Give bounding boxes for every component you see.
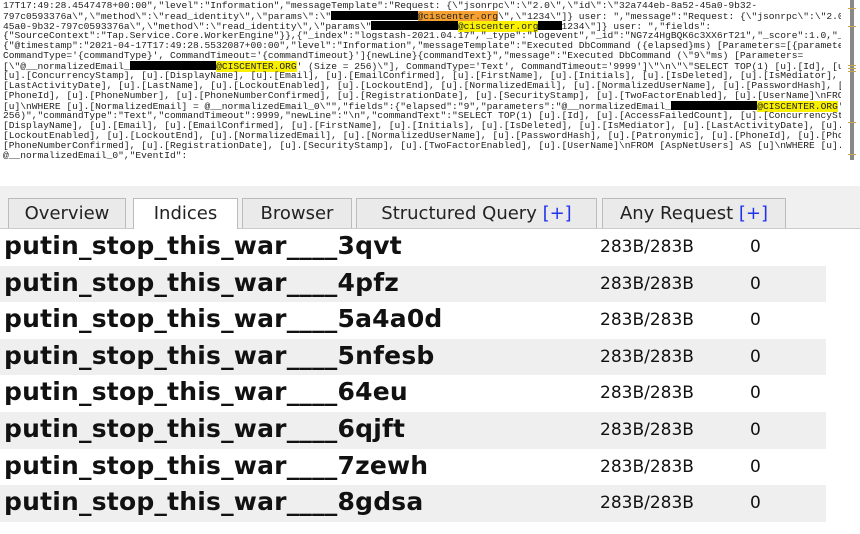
log-line: 797c0593376a\",\"method\":\"read_identit… (3, 11, 841, 22)
tab-label: Browser (260, 203, 334, 224)
tab-label: Indices (153, 203, 218, 224)
index-doc-count: 0 (750, 419, 761, 440)
tab-bar: Overview Indices Browser Structured Quer… (0, 186, 860, 229)
tab-label: Overview (24, 203, 110, 224)
index-size: 283B/283B (600, 419, 694, 440)
scrollbar-marker (848, 122, 856, 123)
index-doc-count: 0 (750, 346, 761, 367)
index-name[interactable]: putin_stop_this_war____64eu (4, 377, 408, 406)
index-size: 283B/283B (600, 346, 694, 367)
index-size: 283B/283B (600, 310, 694, 331)
index-size: 283B/283B (600, 273, 694, 294)
tab-overview[interactable]: Overview (8, 198, 126, 228)
index-doc-count: 0 (750, 383, 761, 404)
log-text: CommandType='{commandType}', CommandTime… (3, 50, 804, 61)
index-name[interactable]: putin_stop_this_war____7zewh (4, 451, 428, 480)
index-row[interactable]: putin_stop_this_war____5nfesb 283B/283B 0 (0, 338, 826, 376)
redaction-box (538, 21, 562, 30)
index-name[interactable]: putin_stop_this_war____5a4a0d (4, 304, 443, 333)
index-doc-count: 0 (750, 310, 761, 331)
index-size: 283B/283B (600, 493, 694, 514)
tab-browser[interactable]: Browser (242, 198, 352, 228)
scrollbar-marker (848, 26, 856, 27)
index-name[interactable]: putin_stop_this_war____6qjft (4, 414, 405, 443)
tab-structured-query[interactable]: Structured Query [+] (356, 198, 597, 228)
log-text: @__normalizedEmail_0","EventId": (3, 150, 188, 161)
tab-label: Any Request (619, 203, 739, 224)
log-line: CommandType='{commandType}', CommandTime… (3, 51, 841, 61)
index-row[interactable]: putin_stop_this_war____6qjft 283B/283B 0 (0, 411, 826, 449)
log-output: 17T17:49:28.4547478+00:00","level":"Info… (3, 1, 841, 161)
redaction-box (331, 11, 418, 20)
index-size: 283B/283B (600, 237, 694, 257)
log-text: 17T17:49:28.4547478+00:00","level":"Info… (3, 1, 758, 11)
tab-label: Structured Query (381, 203, 543, 224)
redaction-box (129, 61, 217, 70)
scrollbar-marker (848, 8, 856, 9)
scrollbar-marker (848, 68, 856, 69)
index-name[interactable]: putin_stop_this_war____4pfz (4, 268, 399, 297)
scrollbar-marker (848, 65, 856, 66)
index-doc-count: 0 (750, 273, 761, 294)
index-row[interactable]: putin_stop_this_war____8gdsa 283B/283B 0 (0, 485, 826, 522)
log-text: [PhoneId], [u].[PhoneNumber], [u].[Phone… (3, 90, 841, 101)
indices-list: putin_stop_this_war____3qvt 283B/283B 0 pu… (0, 229, 826, 522)
redaction-box (371, 21, 458, 30)
index-name[interactable]: putin_stop_this_war____8gdsa (4, 487, 423, 516)
tab-indices[interactable]: Indices (133, 198, 238, 229)
scrollbar-marker (848, 154, 856, 155)
index-name[interactable]: putin_stop_this_war____5nfesb (4, 341, 435, 370)
expand-plus-icon[interactable]: [+] (543, 203, 572, 224)
index-row[interactable]: putin_stop_this_war____3qvt 283B/283B 0 (0, 229, 826, 266)
index-row[interactable]: putin_stop_this_war____5a4a0d 283B/283B 0 (0, 302, 826, 339)
redaction-box (670, 101, 758, 110)
index-name[interactable]: putin_stop_this_war____3qvt (4, 231, 402, 260)
index-doc-count: 0 (750, 456, 761, 477)
log-scrollbar[interactable] (848, 0, 856, 160)
index-size: 283B/283B (600, 383, 694, 404)
scrollbar-thumb[interactable] (850, 0, 854, 160)
expand-plus-icon[interactable]: [+] (739, 203, 768, 224)
scrollbar-marker (848, 71, 856, 72)
tab-any-request[interactable]: Any Request [+] (602, 198, 786, 228)
log-line: 17T17:49:28.4547478+00:00","level":"Info… (3, 1, 841, 11)
index-row[interactable]: putin_stop_this_war____64eu 283B/283B 0 (0, 375, 826, 412)
log-line: [PhoneId], [u].[PhoneNumber], [u].[Phone… (3, 91, 841, 101)
index-row[interactable]: putin_stop_this_war____7zewh 283B/283B 0 (0, 449, 826, 486)
log-line: @__normalizedEmail_0","EventId": (3, 151, 841, 161)
index-doc-count: 0 (750, 493, 761, 514)
index-doc-count: 0 (750, 237, 761, 257)
index-row[interactable]: putin_stop_this_war____4pfz 283B/283B 0 (0, 265, 826, 303)
index-size: 283B/283B (600, 456, 694, 477)
